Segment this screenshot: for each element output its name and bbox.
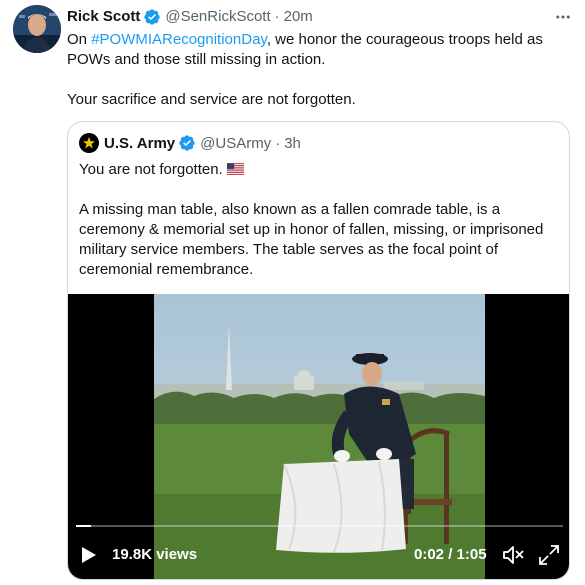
quoted-paragraph: A missing man table, also known as a fal… [79, 201, 544, 278]
us-flag-icon [226, 163, 244, 175]
author-name[interactable]: Rick Scott [67, 7, 140, 27]
time-separator: / [444, 546, 457, 563]
author-avatar[interactable] [13, 5, 61, 53]
author-handle[interactable]: @SenRickScott [165, 7, 270, 27]
quoted-line-1: You are not forgotten. [79, 160, 559, 180]
current-time: 0:02 [414, 546, 445, 563]
duration: 1:05 [456, 546, 487, 563]
verified-badge-icon [143, 8, 161, 26]
quoted-author-name[interactable]: U.S. Army [104, 135, 175, 152]
fullscreen-icon[interactable] [538, 544, 560, 566]
video-progress-fill [76, 525, 91, 527]
hashtag-link[interactable]: #POWMIARecognitionDay [91, 31, 267, 48]
play-icon[interactable] [81, 545, 99, 565]
quoted-tweet[interactable]: U.S. Army @USArmy · 3h You are not forgo… [67, 121, 570, 580]
header-separator: · [274, 8, 280, 25]
quoted-tweet-text: You are not forgotten. A missing man tab… [79, 160, 559, 280]
more-options-icon[interactable] [552, 6, 574, 28]
quoted-timestamp[interactable]: 3h [284, 135, 301, 152]
quoted-author-handle[interactable]: @USArmy [200, 135, 271, 152]
video-time: 0:02 / 1:05 [414, 545, 487, 565]
video-player[interactable]: 19.8K views 0:02 / 1:05 [68, 294, 569, 579]
tweet-text-prefix: On [67, 31, 92, 48]
quoted-tweet-header: U.S. Army @USArmy · 3h [79, 133, 301, 153]
quoted-header-separator: · [275, 134, 281, 152]
quoted-verified-badge-icon [178, 134, 196, 152]
tweet-text: On #POWMIARecognitionDay, we honor the c… [67, 30, 567, 110]
tweet-header: Rick Scott @SenRickScott · 20m [67, 7, 313, 27]
quoted-author-avatar[interactable] [79, 133, 99, 153]
video-thumbnail [154, 294, 485, 579]
tweet-timestamp[interactable]: 20m [284, 7, 313, 27]
video-progress-bar[interactable] [76, 525, 563, 527]
tweet-paragraph-1: On #POWMIARecognitionDay, we honor the c… [67, 30, 567, 70]
view-count: 19.8K views [112, 546, 198, 563]
mute-icon[interactable] [501, 544, 525, 566]
tweet-paragraph-2: Your sacrifice and service are not forgo… [67, 91, 356, 108]
quoted-line-1-text: You are not forgotten. [79, 161, 223, 178]
